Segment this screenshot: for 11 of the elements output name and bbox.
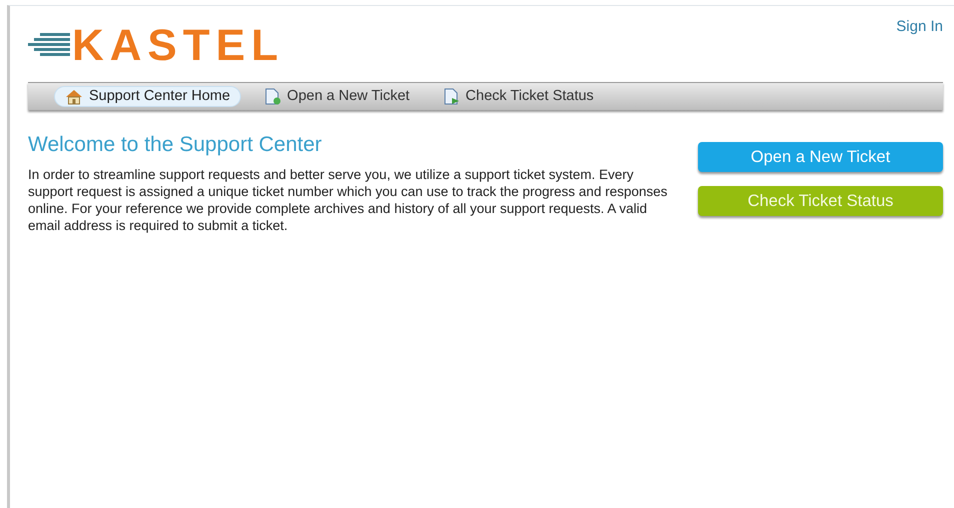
document-icon bbox=[444, 88, 460, 105]
document-icon bbox=[265, 88, 282, 105]
house-icon bbox=[65, 88, 83, 104]
nav-tab[interactable]: Open a New Ticket bbox=[255, 86, 420, 107]
logo: KASTEL bbox=[72, 24, 284, 68]
sign-in-link[interactable]: Sign In bbox=[896, 16, 943, 34]
page-heading: Welcome to the Support Center bbox=[28, 132, 323, 158]
nav-tab[interactable]: Check Ticket Status bbox=[434, 86, 604, 107]
intro-paragraph: In order to streamline support requests and better serve you, we utilize a support ticket system. Every support request is assigned a unique ticket number which you can use to track the progress and responses online. For your reference we provide complete archives and history of all your support requests. A valid email address is required to submit a ticket. bbox=[28, 166, 668, 234]
stripes-icon bbox=[28, 33, 70, 59]
nav-tab[interactable]: Support Center Home bbox=[54, 86, 242, 107]
